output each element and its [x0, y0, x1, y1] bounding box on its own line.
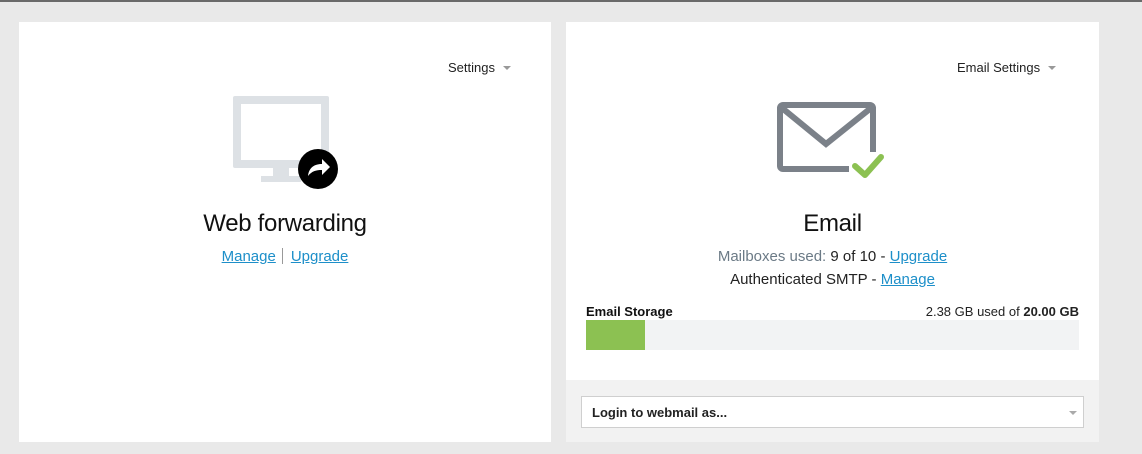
storage-progress-fill	[586, 320, 645, 350]
dash: -	[871, 271, 877, 288]
caret-down-icon	[1069, 411, 1077, 415]
web-forwarding-card: Settings Web forwarding Manage Upgrade	[19, 22, 551, 442]
dash: -	[880, 248, 886, 265]
storage-used-value: 2.38 GB	[925, 304, 974, 319]
upgrade-link[interactable]: Upgrade	[291, 248, 349, 265]
storage-label: Email Storage	[586, 304, 673, 319]
caret-down-icon	[1048, 66, 1057, 70]
web-links: Manage Upgrade	[19, 248, 551, 265]
settings-dropdown-label: Settings	[448, 60, 495, 75]
smtp-label: Authenticated SMTP	[730, 271, 868, 288]
smtp-line: Authenticated SMTP - Manage	[566, 271, 1099, 288]
webmail-select-value: Login to webmail as...	[592, 404, 728, 420]
storage-used-of: used of	[977, 304, 1020, 319]
smtp-manage-link[interactable]: Manage	[881, 271, 935, 288]
envelope-check-icon	[777, 102, 885, 180]
mailboxes-upgrade-link[interactable]: Upgrade	[890, 248, 948, 265]
mailboxes-line: Mailboxes used: 9 of 10 - Upgrade	[566, 248, 1099, 265]
manage-link[interactable]: Manage	[222, 248, 276, 265]
link-separator	[281, 248, 283, 264]
top-divider	[0, 0, 1142, 2]
storage-total-value: 20.00 GB	[1023, 304, 1079, 319]
email-settings-label: Email Settings	[957, 60, 1041, 75]
storage-progress-bar	[586, 320, 1079, 350]
card-title: Email	[803, 210, 862, 237]
monitor-forward-icon	[233, 96, 338, 189]
card-title: Web forwarding	[203, 210, 367, 237]
storage-usage-text: 2.38 GB used of 20.00 GB	[926, 304, 1079, 319]
mailboxes-value: 9 of 10	[830, 248, 877, 265]
webmail-login-select[interactable]: Login to webmail as...	[581, 396, 1084, 428]
webmail-footer: Login to webmail as...	[566, 380, 1099, 442]
email-settings-dropdown[interactable]: Email Settings	[957, 60, 1057, 75]
settings-dropdown[interactable]: Settings	[448, 60, 511, 75]
caret-down-icon	[502, 66, 511, 70]
email-card: Email Settings Email Mailboxes used: 9 o…	[566, 22, 1099, 442]
mailboxes-label: Mailboxes used:	[717, 248, 827, 265]
